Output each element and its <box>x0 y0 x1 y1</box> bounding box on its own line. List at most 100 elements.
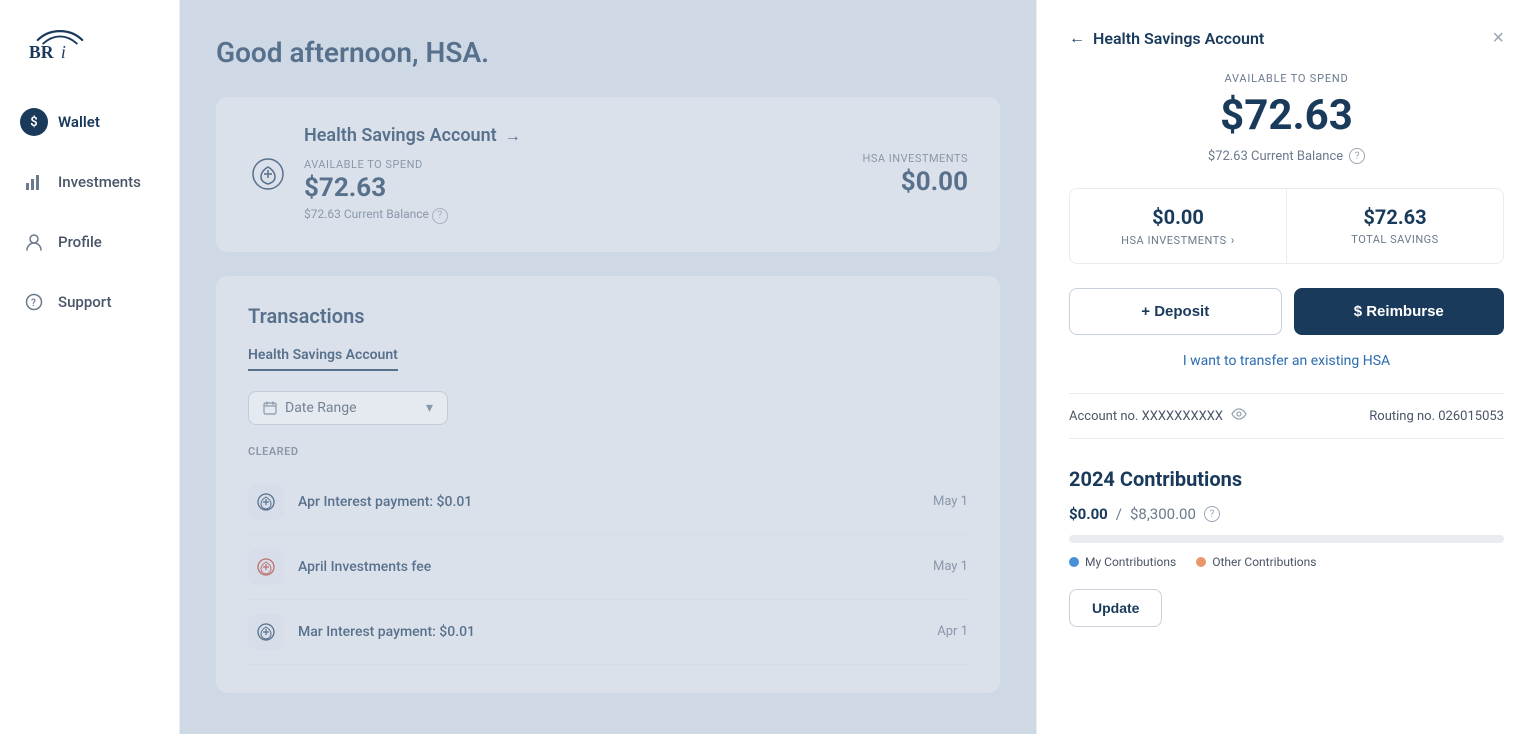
panel-header: ← Health Savings Account × <box>1069 28 1504 48</box>
support-icon: ? <box>20 288 48 316</box>
panel-current-balance-text: $72.63 Current Balance <box>1208 149 1343 164</box>
date-range-chevron: ▾ <box>426 400 433 416</box>
panel-available-label: AVAILABLE TO SPEND <box>1069 72 1504 85</box>
hsa-title-row: Health Savings Account → <box>304 125 521 146</box>
investments-icon <box>20 168 48 196</box>
sidebar-item-wallet[interactable]: $ Wallet <box>0 94 179 150</box>
routing-number-item: Routing no. 026015053 <box>1369 409 1504 424</box>
cleared-label: CLEARED <box>248 445 968 458</box>
account-number-label: Account no. XXXXXXXXXX <box>1069 409 1223 424</box>
table-row: Mar Interest payment: $0.01 Apr 1 <box>248 600 968 665</box>
contributions-limit: $8,300.00 <box>1130 505 1196 523</box>
my-contributions-dot <box>1069 557 1079 567</box>
wallet-icon: $ <box>20 108 48 136</box>
date-range-label: Date Range <box>285 400 357 416</box>
stat-value-savings: $72.63 <box>1303 205 1487 229</box>
update-button[interactable]: Update <box>1069 589 1162 627</box>
table-row: Apr Interest payment: $0.01 May 1 <box>248 470 968 535</box>
sidebar-item-label-wallet: Wallet <box>58 113 100 131</box>
transaction-icon-0 <box>248 484 284 520</box>
profile-icon <box>20 228 48 256</box>
contributions-amount: $0.00 / $8,300.00 ? <box>1069 505 1504 523</box>
legend-my-contributions: My Contributions <box>1069 555 1176 569</box>
investments-label: HSA INVESTMENTS <box>862 152 968 165</box>
panel-back-button[interactable]: ← Health Savings Account <box>1069 28 1264 48</box>
contributions-info-icon[interactable]: ? <box>1204 506 1220 522</box>
my-contributions-label: My Contributions <box>1085 555 1176 569</box>
hsa-amount: $72.63 <box>304 173 521 203</box>
investments-amount: $0.00 <box>862 167 968 197</box>
legend-other-contributions: Other Contributions <box>1196 555 1316 569</box>
transaction-name-1: April Investments fee <box>298 559 919 575</box>
stat-label-savings: TOTAL SAVINGS <box>1303 233 1487 246</box>
transactions-title: Transactions <box>248 304 968 328</box>
right-panel: ← Health Savings Account × AVAILABLE TO … <box>1036 0 1536 734</box>
date-range-select[interactable]: Date Range ▾ <box>248 391 448 425</box>
contributions-section: 2024 Contributions $0.00 / $8,300.00 ? M… <box>1069 467 1504 627</box>
sidebar: BR i $ Wallet Investments <box>0 0 180 734</box>
sidebar-item-profile[interactable]: Profile <box>0 214 179 270</box>
hsa-card-right: HSA INVESTMENTS $0.00 <box>862 152 968 197</box>
panel-amount: $72.63 <box>1069 91 1504 140</box>
reimburse-button[interactable]: $ Reimburse <box>1294 288 1505 335</box>
available-label: AVAILABLE TO SPEND <box>304 158 521 171</box>
contributions-separator: / <box>1116 505 1122 523</box>
contributions-title: 2024 Contributions <box>1069 467 1504 491</box>
routing-number-label: Routing no. 026015053 <box>1369 409 1504 424</box>
sidebar-item-investments[interactable]: Investments <box>0 154 179 210</box>
stat-value-investments: $0.00 <box>1086 205 1270 229</box>
transaction-date-1: May 1 <box>933 559 968 574</box>
table-row: April Investments fee May 1 <box>248 535 968 600</box>
main-content: Good afternoon, HSA. Health Savings Acco… <box>180 0 1036 734</box>
current-balance-info-icon[interactable]: ? <box>432 208 448 224</box>
legend-row: My Contributions Other Contributions <box>1069 555 1504 569</box>
transaction-date-0: May 1 <box>933 494 968 509</box>
account-info-row: Account no. XXXXXXXXXX Routing no. 02601… <box>1069 393 1504 439</box>
contributions-current: $0.00 <box>1069 505 1108 523</box>
stat-label-investments: HSA INVESTMENTS › <box>1086 233 1270 247</box>
actions-row: + Deposit $ Reimburse <box>1069 288 1504 335</box>
panel-title: Health Savings Account <box>1093 29 1264 48</box>
deposit-button[interactable]: + Deposit <box>1069 288 1282 335</box>
transaction-date-2: Apr 1 <box>937 624 968 639</box>
transaction-icon-1 <box>248 549 284 585</box>
hsa-title-arrow: → <box>505 126 521 146</box>
account-visibility-icon[interactable] <box>1231 408 1247 424</box>
hsa-card-left: Health Savings Account → AVAILABLE TO SP… <box>248 125 521 224</box>
contributions-progress-bar <box>1069 535 1504 543</box>
panel-current-balance: $72.63 Current Balance ? <box>1069 148 1504 164</box>
logo: BR i <box>0 0 179 84</box>
svg-text:i: i <box>61 42 66 62</box>
svg-text:BR: BR <box>29 42 54 62</box>
transaction-name-2: Mar Interest payment: $0.01 <box>298 624 923 640</box>
hsa-balance-section: AVAILABLE TO SPEND $72.63 $72.63 Current… <box>304 158 521 224</box>
transactions-card: Transactions Health Savings Account Date… <box>216 276 1000 693</box>
other-contributions-dot <box>1196 557 1206 567</box>
transfer-link[interactable]: I want to transfer an existing HSA <box>1069 353 1504 369</box>
transaction-name-0: Apr Interest payment: $0.01 <box>298 494 919 510</box>
stats-row: $0.00 HSA INVESTMENTS › $72.63 TOTAL SAV… <box>1069 188 1504 264</box>
svg-text:?: ? <box>31 298 36 309</box>
sidebar-item-label-support: Support <box>58 293 111 311</box>
current-balance-text: $72.63 Current Balance <box>304 207 429 221</box>
sidebar-item-label-profile: Profile <box>58 233 102 251</box>
sidebar-nav: $ Wallet Investments Profile <box>0 84 179 340</box>
sidebar-item-support[interactable]: ? Support <box>0 274 179 330</box>
hsa-title-col: Health Savings Account → AVAILABLE TO SP… <box>304 125 521 224</box>
sidebar-item-label-investments: Investments <box>58 173 141 191</box>
hsa-card: Health Savings Account → AVAILABLE TO SP… <box>216 97 1000 252</box>
hsa-title: Health Savings Account <box>304 125 497 146</box>
stat-hsa-investments[interactable]: $0.00 HSA INVESTMENTS › <box>1070 189 1287 263</box>
main-inner: Good afternoon, HSA. Health Savings Acco… <box>180 0 1036 734</box>
hsa-current-balance: $72.63 Current Balance ? <box>304 207 521 224</box>
stat-arrow-icon: › <box>1231 233 1235 247</box>
panel-close-button[interactable]: × <box>1492 28 1504 48</box>
other-contributions-label: Other Contributions <box>1212 555 1316 569</box>
transaction-icon-2 <box>248 614 284 650</box>
transactions-tab[interactable]: Health Savings Account <box>248 347 398 371</box>
panel-current-balance-info-icon[interactable]: ? <box>1349 148 1365 164</box>
back-arrow-icon: ← <box>1069 28 1085 48</box>
stat-total-savings: $72.63 TOTAL SAVINGS <box>1287 189 1503 263</box>
account-number-item: Account no. XXXXXXXXXX <box>1069 408 1247 424</box>
hsa-card-icon <box>248 154 288 194</box>
